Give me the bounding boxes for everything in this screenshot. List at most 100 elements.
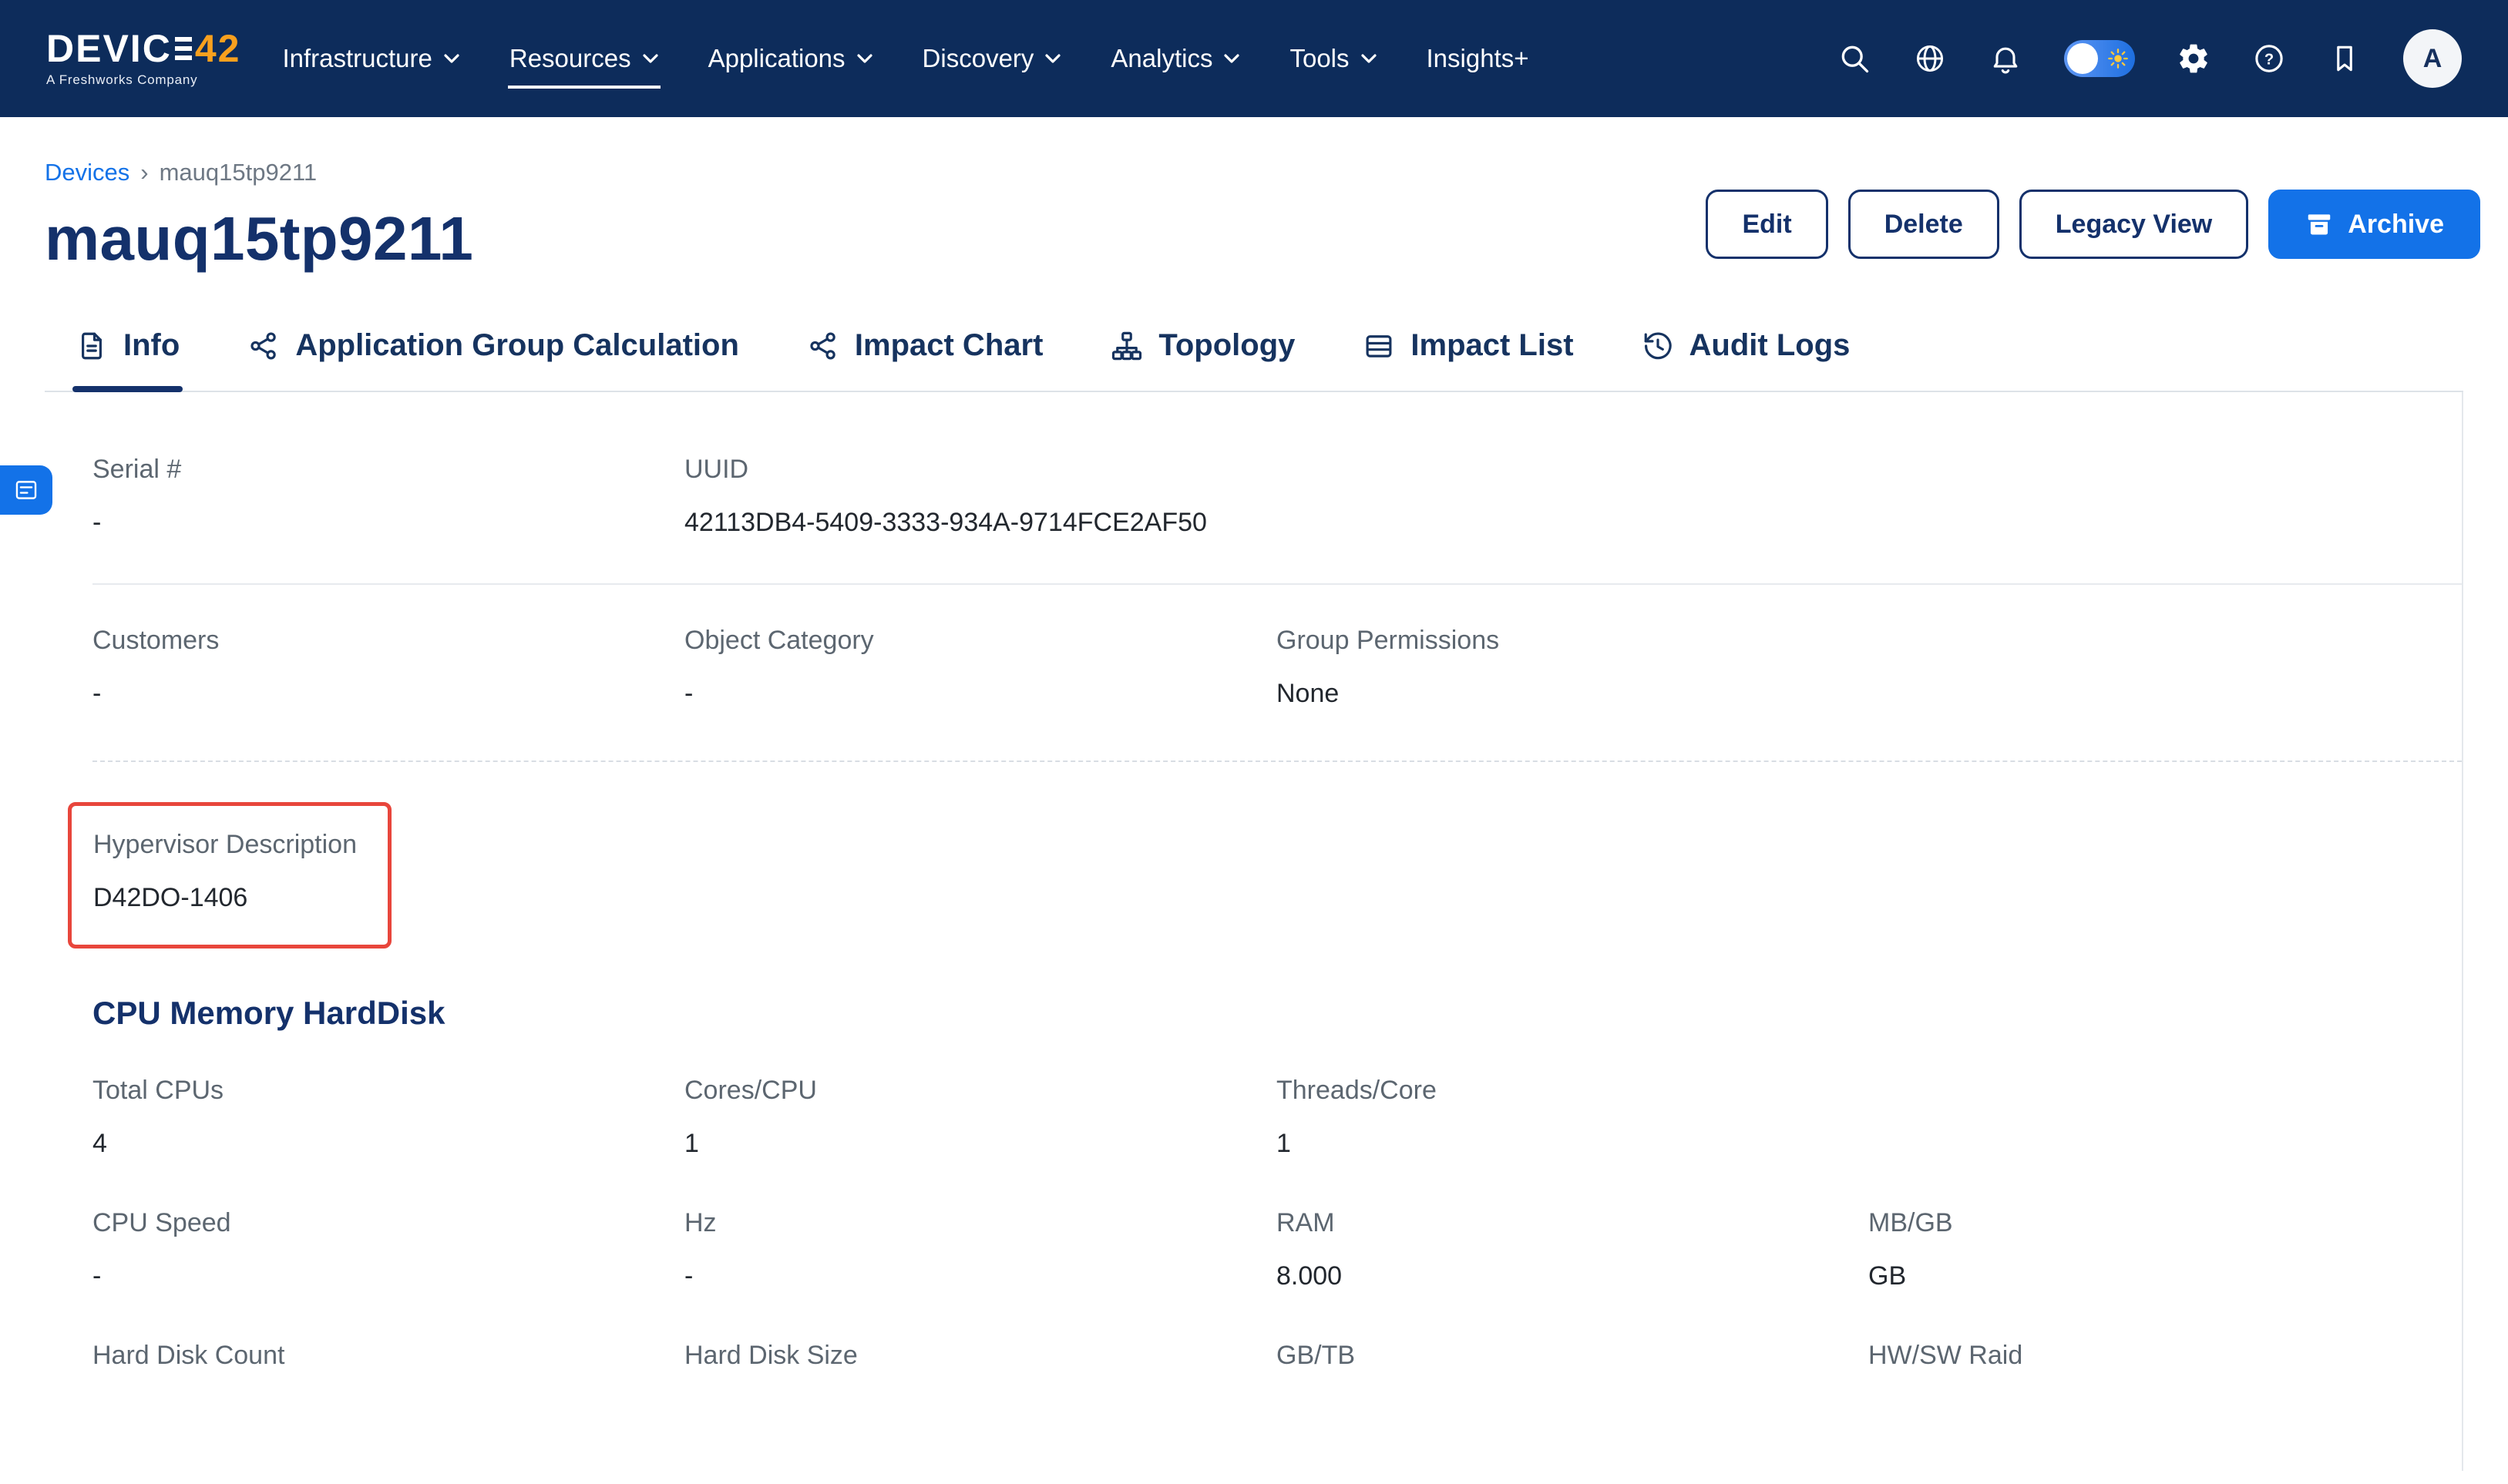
- nav-item-analytics[interactable]: Analytics: [1109, 2, 1242, 115]
- tab-application-group-calculation[interactable]: Application Group Calculation: [244, 316, 742, 391]
- search-icon[interactable]: [1837, 42, 1871, 76]
- field-hard-disk-count: Hard Disk Count: [92, 1340, 684, 1388]
- field-label: RAM: [1276, 1207, 1868, 1238]
- chevron-down-icon: [856, 53, 873, 64]
- tab-label: Impact List: [1410, 328, 1573, 363]
- breadcrumb-separator: ›: [140, 159, 148, 186]
- legacy-view-button[interactable]: Legacy View: [2019, 190, 2249, 259]
- header-actions: ? A: [1837, 29, 2462, 88]
- details-row: Total CPUs 4 Cores/CPU 1 Threads/Core 1: [92, 1032, 2462, 1164]
- logo-text-left: DEVIC: [46, 29, 172, 68]
- side-panel-toggle-button[interactable]: [0, 465, 52, 515]
- tab-topology[interactable]: Topology: [1108, 316, 1298, 391]
- theme-toggle[interactable]: [2064, 40, 2135, 77]
- field-value: None: [1276, 673, 1868, 714]
- field-label: CPU Speed: [92, 1207, 684, 1238]
- field-value: D42DO-1406: [93, 877, 357, 918]
- logo-wordmark: DEVIC 42: [46, 29, 240, 68]
- help-icon[interactable]: ?: [2252, 42, 2286, 76]
- field-label: Object Category: [684, 625, 1276, 656]
- field-label: Group Permissions: [1276, 625, 1868, 656]
- field-customers: Customers -: [92, 625, 684, 714]
- edit-button[interactable]: Edit: [1706, 190, 1827, 259]
- nav-item-applications[interactable]: Applications: [707, 2, 875, 115]
- field-label: Total CPUs: [92, 1075, 684, 1106]
- tab-label: Application Group Calculation: [295, 328, 739, 363]
- field-hard-disk-size: Hard Disk Size: [684, 1340, 1276, 1388]
- nav-item-label: Infrastructure: [282, 44, 432, 73]
- field-value: -: [92, 673, 684, 714]
- page-container: Devices › mauq15tp9211 mauq15tp9211 Edit…: [0, 159, 2508, 1471]
- breadcrumb-devices-link[interactable]: Devices: [45, 159, 129, 186]
- field-threads-per-core: Threads/Core 1: [1276, 1075, 1868, 1164]
- section-title-cpu-memory-harddisk: CPU Memory HardDisk: [92, 995, 2462, 1032]
- nav-item-label: Insights+: [1427, 44, 1529, 73]
- chevron-down-icon: [1044, 53, 1061, 64]
- tab-impact-chart[interactable]: Impact Chart: [804, 316, 1047, 391]
- field-ram: RAM 8.000: [1276, 1207, 1868, 1297]
- notifications-bell-icon[interactable]: [1989, 42, 2022, 76]
- field-label: Hypervisor Description: [93, 829, 357, 860]
- field-object-category: Object Category -: [684, 625, 1276, 714]
- legacy-view-button-label: Legacy View: [2056, 210, 2213, 240]
- app-root: DEVIC 42 A Freshworks Company Infrastruct…: [0, 0, 2508, 1484]
- field-serial-number: Serial # -: [92, 454, 684, 543]
- chevron-down-icon: [1360, 53, 1377, 64]
- user-avatar[interactable]: A: [2403, 29, 2462, 88]
- field-value: -: [684, 1255, 1276, 1297]
- field-gb-tb: GB/TB: [1276, 1340, 1868, 1388]
- bookmark-icon[interactable]: [2328, 42, 2362, 76]
- settings-gear-icon[interactable]: [2177, 42, 2210, 76]
- field-cpu-speed: CPU Speed -: [92, 1207, 684, 1297]
- field-label: Hard Disk Size: [684, 1340, 1276, 1371]
- list-icon: [1363, 330, 1395, 362]
- nav-item-label: Discovery: [923, 44, 1034, 73]
- field-label: Serial #: [92, 454, 684, 485]
- field-value: 1: [684, 1123, 1276, 1164]
- form-list-icon: [13, 477, 39, 503]
- nav-item-tools[interactable]: Tools: [1288, 2, 1378, 115]
- globe-icon[interactable]: [1913, 42, 1947, 76]
- field-label: HW/SW Raid: [1868, 1340, 2460, 1371]
- sun-icon: [2107, 48, 2129, 69]
- tab-info[interactable]: Info: [72, 316, 183, 391]
- chevron-down-icon: [443, 53, 460, 64]
- archive-button[interactable]: Archive: [2268, 190, 2480, 259]
- svg-text:?: ?: [2264, 51, 2274, 68]
- delete-button-label: Delete: [1884, 210, 1963, 240]
- topology-sitemap-icon: [1111, 330, 1143, 362]
- field-label: Cores/CPU: [684, 1075, 1276, 1106]
- details-row: CPU Speed - Hz - RAM 8.000 MB/GB GB: [92, 1164, 2462, 1297]
- field-label: MB/GB: [1868, 1207, 2460, 1238]
- logo-tagline: A Freshworks Company: [46, 72, 240, 88]
- nav-item-infrastructure[interactable]: Infrastructure: [281, 2, 461, 115]
- nav-item-discovery[interactable]: Discovery: [921, 2, 1064, 115]
- tab-label: Audit Logs: [1689, 328, 1851, 363]
- field-label: Customers: [92, 625, 684, 656]
- top-nav-bar: DEVIC 42 A Freshworks Company Infrastruct…: [0, 0, 2508, 117]
- field-value: -: [92, 502, 684, 543]
- nav-item-label: Resources: [509, 44, 631, 73]
- avatar-letter: A: [2423, 44, 2442, 74]
- nav-item-resources[interactable]: Resources: [508, 2, 661, 115]
- field-total-cpus: Total CPUs 4: [92, 1075, 684, 1164]
- field-hz: Hz -: [684, 1207, 1276, 1297]
- device42-logo[interactable]: DEVIC 42 A Freshworks Company: [46, 29, 240, 88]
- field-label: UUID: [684, 454, 1276, 485]
- breadcrumb-current: mauq15tp9211: [160, 159, 318, 186]
- delete-button[interactable]: Delete: [1848, 190, 1999, 259]
- field-value: 1: [1276, 1123, 1868, 1164]
- archive-button-label: Archive: [2348, 210, 2444, 240]
- logo-text-right: 42: [195, 29, 241, 68]
- tab-audit-logs[interactable]: Audit Logs: [1639, 316, 1854, 391]
- field-label: Threads/Core: [1276, 1075, 1868, 1106]
- nav-item-insights[interactable]: Insights+: [1425, 2, 1531, 115]
- tab-impact-list[interactable]: Impact List: [1360, 316, 1576, 391]
- tab-label: Info: [123, 328, 180, 363]
- field-value: 4: [92, 1123, 684, 1164]
- field-value: GB: [1868, 1255, 2460, 1297]
- field-value: -: [684, 673, 1276, 714]
- field-group-permissions: Group Permissions None: [1276, 625, 1868, 714]
- field-mb-gb: MB/GB GB: [1868, 1207, 2460, 1297]
- impact-chart-icon: [807, 330, 839, 362]
